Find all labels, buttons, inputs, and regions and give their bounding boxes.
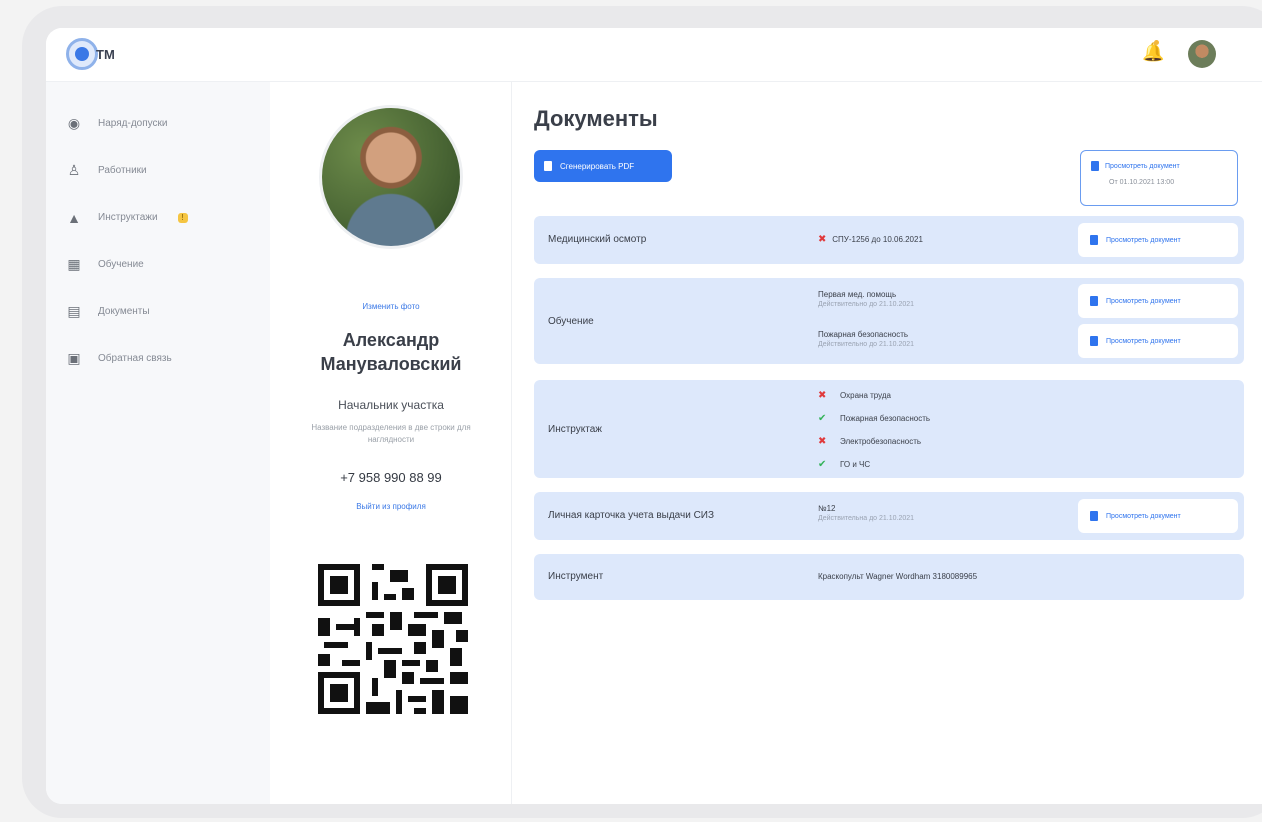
generate-pdf-button[interactable]: Сгенерировать PDF (534, 150, 672, 182)
books-icon: ▦ (67, 256, 81, 272)
document-icon (1090, 235, 1098, 245)
document-icon (1090, 336, 1098, 346)
document-icon (1090, 511, 1098, 521)
training-item-title: Первая мед. помощь (818, 290, 897, 299)
feedback-icon: ▣ (67, 350, 81, 366)
sidebar-item-permits[interactable]: ◉ Наряд-допуски (46, 100, 270, 147)
profile-photo (322, 108, 460, 246)
check-icon: ✔ (818, 459, 827, 470)
sidebar-item-documents[interactable]: ▤ Документы (46, 288, 270, 335)
sidebar-item-label: Документы (98, 306, 150, 317)
row-label: Медицинский осмотр (548, 234, 647, 245)
training-item-sub: Действительно до 21.10.2021 (818, 301, 915, 308)
ppe-sub: Действительна до 21.10.2021 (818, 515, 915, 522)
training-item: Пожарная безопасность Действительно до 2… (818, 330, 914, 348)
briefing-item-text: Электробезопасность (840, 437, 922, 446)
row-briefing: Инструктаж ✖ Охрана труда ✔ Пожарная без… (534, 380, 1244, 478)
sidebar-item-label: Обратная связь (98, 353, 172, 364)
change-photo-link[interactable]: Изменить фото (270, 302, 512, 311)
sidebar-item-label: Наряд-допуски (98, 118, 168, 129)
profile-panel: Изменить фото Александр Мануваловский На… (270, 82, 512, 804)
document-icon (1090, 296, 1098, 306)
profile-name: Александр Мануваловский (270, 328, 512, 376)
sidebar-item-workers[interactable]: ♙ Работники (46, 147, 270, 194)
training-item-title: Пожарная безопасность (818, 330, 909, 339)
view-document-label: Просмотреть документ (1106, 297, 1181, 305)
view-document-label: Просмотреть документ (1106, 236, 1181, 244)
row-label: Личная карточка учета выдачи СИЗ (548, 510, 715, 521)
documents-icon: ▤ (67, 303, 81, 319)
row-label: Инструмент (548, 571, 604, 582)
view-document-button[interactable]: Просмотреть документ (1078, 223, 1238, 257)
ppe-value: №12 Действительна до 21.10.2021 (818, 504, 914, 522)
medical-value: СПУ-1256 до 10.06.2021 (832, 235, 923, 244)
view-document-label: Просмотреть документ (1106, 512, 1181, 520)
fail-icon: ✖ (818, 390, 827, 401)
worker-icon: ♙ (67, 162, 81, 178)
row-value: ✖ СПУ-1256 до 10.06.2021 (818, 234, 923, 245)
briefing-item: ✔ Пожарная безопасность (818, 407, 930, 430)
logo[interactable]: TM (66, 38, 115, 70)
briefing-item-text: Пожарная безопасность (840, 414, 931, 423)
profile-role: Начальник участка (338, 398, 444, 412)
sidebar-item-briefings[interactable]: ▲ Инструктажи ! (46, 194, 270, 241)
sidebar-item-feedback[interactable]: ▣ Обратная связь (46, 335, 270, 382)
documents-main: Документы Сгенерировать PDF Просмотреть … (512, 82, 1262, 804)
ppe-number: №12 (818, 504, 836, 513)
row-label: Обучение (548, 316, 594, 327)
notification-dot (1154, 40, 1159, 45)
logout-link[interactable]: Выйти из профиля (270, 502, 512, 511)
row-training: Обучение Первая мед. помощь Действительн… (534, 278, 1244, 364)
app-screen: TM 🔔 ◉ Наряд-допуски ♙ Работники ▲ Инстр… (46, 28, 1262, 804)
warning-badge: ! (177, 212, 188, 223)
briefing-item-text: ГО и ЧС (840, 460, 871, 469)
sidebar-item-label: Работники (98, 165, 147, 176)
check-icon: ✔ (818, 413, 827, 424)
top-bar: TM 🔔 (46, 28, 1262, 82)
document-icon (544, 161, 552, 171)
hierarchy-icon: ▲ (67, 209, 81, 226)
logo-mark-icon (66, 38, 98, 70)
user-avatar[interactable] (1188, 40, 1216, 68)
fail-icon: ✖ (818, 234, 827, 245)
page-title: Документы (534, 106, 658, 131)
qr-code (318, 564, 468, 714)
globe-icon: ◉ (67, 115, 81, 131)
profile-name-last: Мануваловский (320, 354, 462, 374)
view-document-button[interactable]: Просмотреть документ (1078, 499, 1238, 533)
view-document-label: Просмотреть документ (1106, 337, 1181, 345)
view-document-button[interactable]: Просмотреть документ (1078, 284, 1238, 318)
bell-icon[interactable]: 🔔 (1142, 42, 1164, 63)
training-item: Первая мед. помощь Действительно до 21.1… (818, 290, 914, 308)
tool-value: Краскопульт Wagner Wordham 3180089965 (818, 572, 978, 581)
briefing-item: ✖ Электробезопасность (818, 430, 930, 453)
logo-text: TM (96, 46, 115, 62)
briefing-item: ✔ ГО и ЧС (818, 453, 930, 476)
row-tool: Инструмент Краскопульт Wagner Wordham 31… (534, 554, 1244, 600)
briefing-item: ✖ Охрана труда (818, 384, 930, 407)
view-document-date: От 01.10.2021 13:00 (1109, 179, 1175, 186)
view-document-card[interactable]: Просмотреть документ От 01.10.2021 13:00 (1080, 150, 1238, 206)
sidebar: ◉ Наряд-допуски ♙ Работники ▲ Инструктаж… (46, 82, 270, 804)
sidebar-item-label: Инструктажи (98, 212, 158, 223)
row-label: Инструктаж (548, 424, 602, 435)
briefing-item-text: Охрана труда (840, 391, 891, 400)
profile-name-first: Александр (342, 330, 440, 350)
briefing-list: ✖ Охрана труда ✔ Пожарная безопасность ✖… (818, 384, 930, 476)
sidebar-item-training[interactable]: ▦ Обучение (46, 241, 270, 288)
profile-phone: +7 958 990 88 99 (340, 470, 442, 485)
view-document-label: Просмотреть документ (1105, 162, 1180, 170)
row-ppe: Личная карточка учета выдачи СИЗ №12 Дей… (534, 492, 1244, 540)
fail-icon: ✖ (818, 436, 827, 447)
document-icon (1091, 161, 1099, 171)
sidebar-item-label: Обучение (98, 259, 144, 270)
training-item-sub: Действительно до 21.10.2021 (818, 341, 915, 348)
view-document-button[interactable]: Просмотреть документ (1078, 324, 1238, 358)
profile-department: Название подразделения в две строки для … (311, 423, 471, 444)
generate-pdf-label: Сгенерировать PDF (560, 161, 635, 171)
row-medical: Медицинский осмотр ✖ СПУ-1256 до 10.06.2… (534, 216, 1244, 264)
